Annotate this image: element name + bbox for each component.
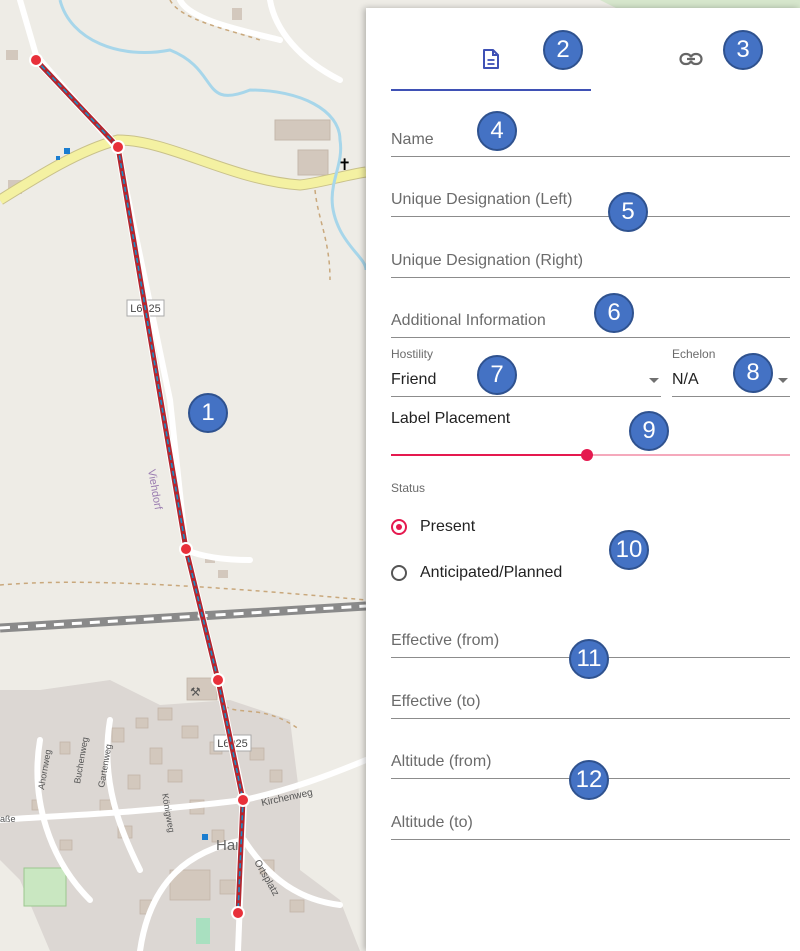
- name-field[interactable]: Name: [391, 120, 790, 157]
- road-label: aße: [0, 814, 16, 824]
- annotation-badge: 11: [569, 639, 609, 679]
- annotation-badge: 6: [594, 293, 634, 333]
- radio-unchecked-icon: [391, 565, 407, 581]
- route-waypoint[interactable]: [111, 140, 125, 154]
- annotation-badge: 2: [543, 30, 583, 70]
- altitude-to-label: Altitude (to): [391, 814, 473, 831]
- altitude-to-field[interactable]: Altitude (to): [391, 803, 790, 840]
- link-icon: [678, 52, 703, 66]
- route-waypoint[interactable]: [211, 673, 225, 687]
- annotation-badge: 9: [629, 411, 669, 451]
- document-icon: [483, 49, 499, 69]
- annotation-badge: 7: [477, 355, 517, 395]
- slider-track-filled: [391, 454, 587, 456]
- effective-to-label: Effective (to): [391, 693, 481, 710]
- altitude-from-label: Altitude (from): [391, 753, 492, 770]
- bus-stop-icon: [202, 834, 208, 840]
- active-tab-indicator: [391, 89, 591, 91]
- echelon-value: N/A: [672, 371, 699, 388]
- chevron-down-icon: [778, 378, 788, 383]
- additional-information-label: Additional Information: [391, 312, 546, 329]
- church-icon: ✝: [338, 155, 351, 174]
- status-anticipated-radio[interactable]: Anticipated/Planned: [391, 564, 562, 582]
- slider-thumb[interactable]: [580, 449, 593, 461]
- bus-stop-icon: [64, 148, 70, 154]
- additional-information-field[interactable]: Additional Information: [391, 301, 790, 338]
- chevron-down-icon: [649, 378, 659, 383]
- radio-checked-icon: [391, 519, 407, 535]
- mine-icon: ⚒: [190, 685, 201, 699]
- unique-designation-left-label: Unique Designation (Left): [391, 191, 573, 208]
- annotation-badge: 5: [608, 192, 648, 232]
- name-field-label: Name: [391, 131, 434, 148]
- status-anticipated-label: Anticipated/Planned: [420, 564, 563, 581]
- annotation-badge: 1: [188, 393, 228, 433]
- annotation-badge: 12: [569, 760, 609, 800]
- annotation-badge: 8: [733, 353, 773, 393]
- properties-panel: Name Unique Designation (Left) Unique De…: [366, 8, 800, 951]
- hostility-label: Hostility: [391, 347, 434, 361]
- status-label: Status: [391, 481, 426, 495]
- echelon-label: Echelon: [672, 347, 716, 361]
- route-waypoint[interactable]: [236, 793, 250, 807]
- unique-designation-left-field[interactable]: Unique Designation (Left): [391, 180, 790, 217]
- hostility-value: Friend: [391, 371, 437, 388]
- route-waypoint[interactable]: [231, 906, 245, 920]
- hostility-select[interactable]: Friend: [391, 368, 661, 397]
- annotation-badge: 3: [723, 30, 763, 70]
- effective-to-field[interactable]: Effective (to): [391, 682, 790, 719]
- route-waypoint[interactable]: [179, 542, 193, 556]
- annotation-badge: 10: [609, 530, 649, 570]
- status-present-radio[interactable]: Present: [391, 518, 475, 536]
- label-placement-label: Label Placement: [391, 410, 511, 427]
- route-waypoint[interactable]: [29, 53, 43, 67]
- status-present-label: Present: [420, 518, 476, 535]
- annotation-badge: 4: [477, 111, 517, 151]
- effective-from-label: Effective (from): [391, 632, 500, 649]
- unique-designation-right-label: Unique Designation (Right): [391, 252, 584, 269]
- label-placement-slider[interactable]: [391, 448, 790, 462]
- unique-designation-right-field[interactable]: Unique Designation (Right): [391, 241, 790, 278]
